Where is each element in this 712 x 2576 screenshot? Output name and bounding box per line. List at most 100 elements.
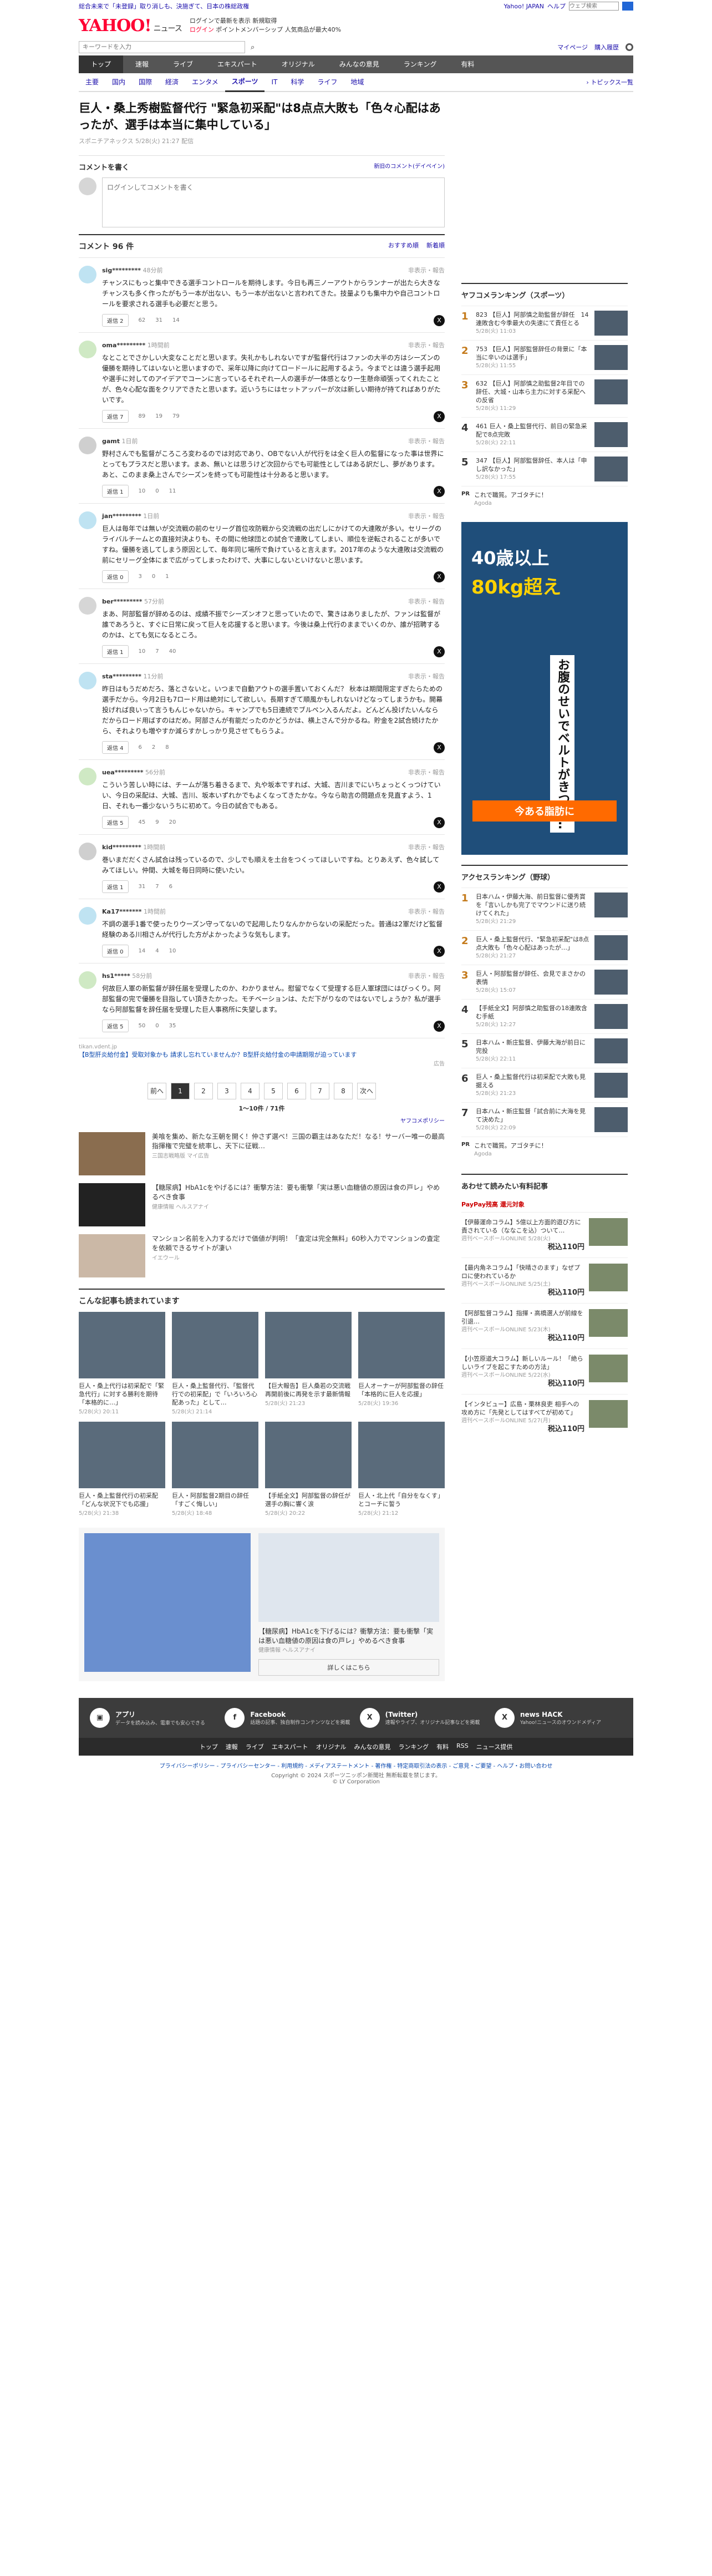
- agree-button[interactable]: 14: [139, 948, 146, 955]
- gnav-ranking[interactable]: ランキング: [391, 55, 449, 73]
- x-share-icon[interactable]: X: [434, 881, 445, 893]
- paid-article[interactable]: 【小笠原道大コラム】新しいルール！「絶らしいライブを起こすための方法」 週刊ベース…: [461, 1348, 628, 1394]
- page-4[interactable]: 4: [241, 1083, 260, 1099]
- legal-links[interactable]: プライバシーポリシー - プライバシーセンター - 利用規約 - メディアステー…: [160, 1763, 553, 1769]
- related-article[interactable]: 巨人・桑上監督代行の初采配「どんな状況下でも応援」 5/28(火) 21:38: [79, 1422, 165, 1517]
- agree-button[interactable]: 10: [139, 648, 146, 655]
- related-article-title[interactable]: 巨人・阿部監督2期目の辞任「すごく悔しい」: [172, 1492, 258, 1508]
- agree-button[interactable]: 50: [139, 1023, 146, 1030]
- related-article[interactable]: 【巨大報告】巨人桑若の交流戦再開前後に再発を示す最新情報 5/28(火) 21:2…: [265, 1312, 352, 1415]
- snav-domestic[interactable]: 国内: [105, 73, 132, 91]
- understand-button[interactable]: 2: [152, 744, 155, 751]
- related-article-title[interactable]: 【手紙全文】阿部監督の辞任が選手の胸に響く涙: [265, 1492, 352, 1508]
- report-link[interactable]: 非表示・報告: [408, 341, 445, 349]
- report-link[interactable]: 非表示・報告: [408, 843, 445, 851]
- comment-user[interactable]: kid*********: [102, 844, 141, 851]
- related-article[interactable]: 巨人・北上代「自分をなくす」とコーチに誓う 5/28(火) 21:12: [358, 1422, 445, 1517]
- top-news-link[interactable]: 総合未来で「未登録」取り消しも、決施ぎて、日本の株総政権: [79, 2, 249, 11]
- page-5[interactable]: 5: [264, 1083, 283, 1099]
- promo-item[interactable]: 美喰を集め、新たな王朝を開く！仲さず選べ！三国の覇主はあなただ！なる！サーバー唯…: [79, 1132, 445, 1175]
- related-article-title[interactable]: 巨人・桑上監督代行の初采配「どんな状況下でも応援」: [79, 1492, 165, 1508]
- promo-text[interactable]: 【糖尿病】HbA1cをやげるには？衝撃方法：要も衝撃「実は悪い血糖値の原因は食の…: [152, 1183, 445, 1202]
- page-2[interactable]: 2: [194, 1083, 213, 1099]
- promo-text[interactable]: 美喰を集め、新たな王朝を開く！仲さず選べ！三国の覇主はあなただ！なる！サーバー唯…: [152, 1132, 445, 1151]
- related-article-title[interactable]: 巨人・桑上監督代行、「監督代行での初采配」で「いろいろ心配あった」として…: [172, 1382, 258, 1407]
- rank-title[interactable]: 日本ハム・伊藤大海、前日監督に優秀賞を「言いしかも完了でマウンドに送り続けてくれ…: [476, 893, 586, 917]
- next-page-button[interactable]: 次へ: [357, 1083, 376, 1099]
- x-share-icon[interactable]: X: [434, 945, 445, 957]
- footer-app[interactable]: ▣ アプリ データを読み込み、電車でも安心できる: [90, 1708, 217, 1728]
- x-share-icon[interactable]: X: [434, 1020, 445, 1032]
- footer-social-title[interactable]: (Twitter): [385, 1711, 480, 1718]
- related-article[interactable]: 【手紙全文】阿部監督の辞任が選手の胸に響く涙 5/28(火) 20:22: [265, 1422, 352, 1517]
- pr-text[interactable]: これで職質。アゴタチに！: [474, 1142, 547, 1149]
- snav-life[interactable]: ライフ: [311, 73, 344, 91]
- reply-button[interactable]: 返信 5: [102, 1020, 129, 1032]
- rank-title[interactable]: 【巨人】阿部慎之助監督が辞任 14連敗含む今季最大の失速にて責任とる: [476, 311, 589, 327]
- related-article-title[interactable]: 巨人・桑上代行は初采配で「緊急代行」に対する勝利を期待「本格的に…」: [79, 1382, 165, 1407]
- understand-button[interactable]: 4: [155, 948, 159, 955]
- ranking-pr[interactable]: PR これで職質。アゴタチに！ Agoda: [461, 486, 628, 512]
- related-article[interactable]: 巨人・桑上監督代行、「監督代行での初采配」で「いろいろ心配あった」として… 5/2…: [172, 1312, 258, 1415]
- comment-user[interactable]: ber*********: [102, 598, 143, 605]
- footer-nav-paid[interactable]: 有料: [436, 1742, 449, 1751]
- ranking-item[interactable]: 3 632 【巨人】阿部慎之助監督2年目での辞任、大城・山本ら主力に対する采配への…: [461, 374, 628, 417]
- agree-button[interactable]: 89: [139, 413, 146, 420]
- pr-text[interactable]: これで職質。アゴタチに！: [474, 491, 547, 499]
- topics-list-link[interactable]: › トピックス一覧: [586, 78, 633, 87]
- understand-button[interactable]: 0: [155, 1023, 159, 1030]
- understand-button[interactable]: 19: [155, 413, 162, 420]
- related-article[interactable]: 巨人・桑上代行は初采配で「緊急代行」に対する勝利を期待「本格的に…」 5/28(火…: [79, 1312, 165, 1415]
- snav-world[interactable]: 国際: [132, 73, 159, 91]
- report-link[interactable]: 非表示・報告: [408, 511, 445, 520]
- disagree-button[interactable]: 6: [169, 884, 172, 890]
- ranking-item[interactable]: 4 【手紙全文】阿部慎之助監督の18連敗含む手紙 5/28(火) 12:27: [461, 999, 628, 1033]
- gnav-opinion[interactable]: みんなの意見: [327, 55, 391, 73]
- rank-title[interactable]: 【巨人】阿部監督辞任、本人は「申し訳なかった」: [476, 457, 587, 473]
- report-link[interactable]: 非表示・報告: [408, 266, 445, 275]
- ranking-item[interactable]: 1 823 【巨人】阿部慎之助監督が辞任 14連敗含む今季最大の失速にて責任とる 5…: [461, 306, 628, 340]
- rank-title[interactable]: 巨人・桑上監督代行、前日の緊急采配で8点完敗: [476, 423, 587, 438]
- yahoo-news-logo[interactable]: YAHOO! ニュース: [79, 16, 182, 36]
- report-link[interactable]: 非表示・報告: [408, 672, 445, 681]
- report-link[interactable]: 非表示・報告: [408, 597, 445, 606]
- agree-button[interactable]: 6: [139, 744, 142, 751]
- understand-button[interactable]: 7: [155, 884, 159, 890]
- sort-recommended[interactable]: おすすめ順: [388, 241, 419, 252]
- paid-article[interactable]: 【最内角ネコラム】「快晴さのます」なぜプロに使われているか 週刊ベースボールONL…: [461, 1257, 628, 1303]
- page-8[interactable]: 8: [334, 1083, 353, 1099]
- comment-user[interactable]: jan*********: [102, 513, 141, 520]
- reply-button[interactable]: 返信 4: [102, 741, 129, 754]
- comment-user[interactable]: hs1*****: [102, 972, 130, 980]
- ad-text[interactable]: 【糖尿病】HbA1cを下げるには？衝撃方法：要も衝撃「実は悪い血糖値の原因は食の…: [258, 1626, 439, 1645]
- x-share-icon[interactable]: X: [434, 817, 445, 828]
- disagree-button[interactable]: 79: [172, 413, 180, 420]
- agree-button[interactable]: 45: [139, 819, 146, 826]
- game-ad-image[interactable]: [84, 1533, 251, 1672]
- ranking-item[interactable]: 4 461 巨人・桑上監督代行、前日の緊急采配で8点完敗 5/28(火) 22:11: [461, 417, 628, 452]
- reply-button[interactable]: 返信 2: [102, 314, 129, 327]
- paid-article-title[interactable]: 【小笠原道大コラム】新しいルール！「絶らしいライブを起こすための方法」: [461, 1355, 583, 1371]
- yahoo-comment-policy-link[interactable]: ヤフコメポリシー: [400, 1118, 445, 1124]
- disagree-button[interactable]: 11: [169, 488, 176, 495]
- paid-article-title[interactable]: 【最内角ネコラム】「快晴さのます」なぜプロに使われているか: [461, 1264, 580, 1280]
- snav-local[interactable]: 地域: [344, 73, 370, 91]
- disagree-button[interactable]: 20: [169, 819, 176, 826]
- footer-nav-opinion[interactable]: みんなの意見: [354, 1742, 390, 1751]
- snav-sports[interactable]: スポーツ: [225, 73, 265, 92]
- agree-button[interactable]: 3: [139, 574, 142, 580]
- gnav-original[interactable]: オリジナル: [269, 55, 327, 73]
- article-title[interactable]: 巨人・桑上秀樹監督代行 "緊急初采配"は8点点大敗も「色々心配はあったが、選手は…: [79, 100, 445, 133]
- x-share-icon[interactable]: X: [434, 315, 445, 326]
- agree-button[interactable]: 10: [139, 488, 146, 495]
- page-7[interactable]: 7: [311, 1083, 329, 1099]
- mypage-link[interactable]: マイページ: [557, 43, 588, 52]
- rank-title[interactable]: 日本ハム・新庄監督「試合前に大海を見て決めた」: [476, 1108, 586, 1123]
- rank-title[interactable]: 【巨人】阿部慎之助監督2年目での辞任、大城・山本ら主力に対する采配への反省: [476, 380, 586, 404]
- ranking-item[interactable]: 3 巨人・阿部監督が辞任、会見でまさかの表情 5/28(火) 15:07: [461, 965, 628, 999]
- gnav-paid[interactable]: 有料: [449, 55, 486, 73]
- related-article[interactable]: 巨人オーナーが阿部監督の辞任「本格的に巨人を応援」 5/28(火) 19:36: [358, 1312, 445, 1415]
- ad-text[interactable]: 【B型肝炎給付金】受取対象かも 請求し忘れていませんか？B型肝炎給付金の申請期限…: [79, 1050, 445, 1059]
- promo-item[interactable]: マンション名前を入力するだけで価値が判明！「査定は完全無料」60秒入力でマンショ…: [79, 1234, 445, 1277]
- sort-newest[interactable]: 新着順: [426, 241, 445, 252]
